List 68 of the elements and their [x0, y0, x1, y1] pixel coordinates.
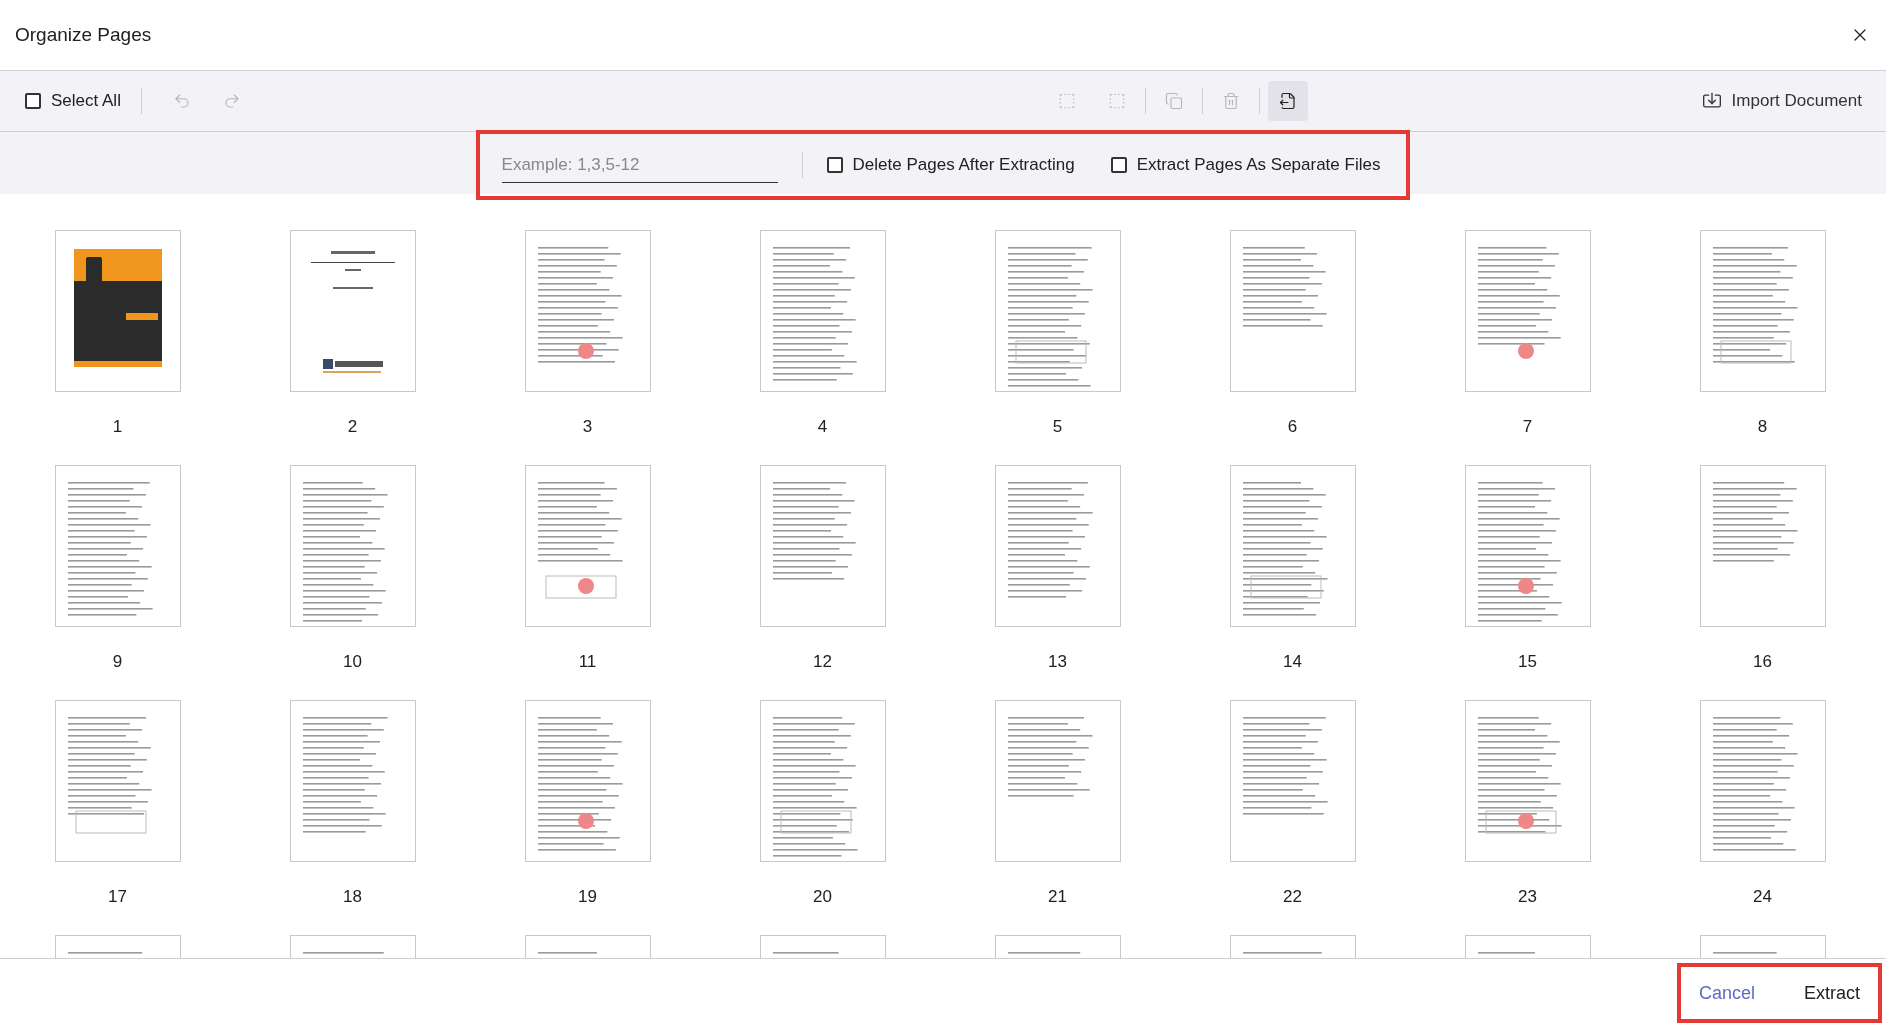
page-thumbnail[interactable]: [759, 700, 886, 862]
page-thumbnail[interactable]: [1464, 230, 1591, 392]
page-thumbnail[interactable]: [759, 230, 886, 392]
page-number: 2: [347, 417, 358, 437]
page-number: 22: [1283, 887, 1302, 907]
page-thumbnail[interactable]: [1699, 230, 1826, 392]
page-number: 24: [1753, 887, 1772, 907]
option-checkbox[interactable]: Delete Pages After Extracting: [826, 152, 1075, 178]
page-number: 20: [813, 887, 832, 907]
dashed-square-icon: [1107, 92, 1126, 110]
page-thumbnail[interactable]: [1699, 700, 1826, 862]
option-checkbox[interactable]: Extract Pages As Separate Files: [1110, 152, 1381, 178]
extract-button[interactable]: Extract: [1804, 979, 1860, 1007]
page-number: 12: [813, 652, 832, 672]
page-thumbnail[interactable]: [1229, 465, 1356, 627]
copy-icon: [1164, 92, 1183, 110]
page-number: 15: [1518, 652, 1537, 672]
undo-icon: [172, 92, 191, 110]
page-number: 1: [112, 417, 123, 437]
page-number: 13: [1048, 652, 1067, 672]
page-thumbnail[interactable]: [1229, 700, 1356, 862]
page-number: 9: [112, 652, 123, 672]
select-all-checkbox[interactable]: Select All: [25, 88, 121, 114]
page-number: 19: [578, 887, 597, 907]
page-thumbnail[interactable]: [1229, 230, 1356, 392]
page-number: 23: [1518, 887, 1537, 907]
page-thumbnail[interactable]: [54, 465, 181, 627]
page-thumbnail[interactable]: [524, 465, 651, 627]
page-number: 3: [582, 417, 593, 437]
extract-button[interactable]: [1267, 81, 1308, 121]
redo-icon: [222, 92, 241, 110]
page-number: 18: [343, 887, 362, 907]
page-thumbnail[interactable]: [524, 700, 651, 862]
page-number: 21: [1048, 887, 1067, 907]
trash-icon: [1221, 92, 1240, 110]
page-thumbnail[interactable]: [54, 230, 181, 392]
page-number: 4: [817, 417, 828, 437]
page-number: 17: [108, 887, 127, 907]
page-number: 10: [343, 652, 362, 672]
page-thumbnail[interactable]: [994, 700, 1121, 862]
checkbox[interactable]: [1110, 157, 1127, 173]
page-range-field[interactable]: Example: 1,3,5-12: [501, 147, 778, 183]
page-number: 11: [578, 652, 597, 672]
page-thumbnail[interactable]: [994, 230, 1121, 392]
checkbox[interactable]: [826, 157, 843, 173]
page-thumbnail[interactable]: [54, 700, 181, 862]
page-thumbnail[interactable]: [1464, 465, 1591, 627]
page-number: 6: [1287, 417, 1298, 437]
dashed-square-icon: [1057, 92, 1076, 110]
import-document-button[interactable]: Import Document: [1701, 88, 1862, 114]
page-number: 7: [1522, 417, 1533, 437]
page-thumbnail[interactable]: [994, 465, 1121, 627]
page-thumbnail[interactable]: [289, 465, 416, 627]
checkbox[interactable]: [25, 93, 41, 109]
page-number: 14: [1283, 652, 1302, 672]
file-export-icon: [1278, 92, 1297, 110]
page-thumbnail[interactable]: [289, 700, 416, 862]
import-icon: [1701, 91, 1722, 111]
page-thumbnail[interactable]: [1699, 465, 1826, 627]
page-number: 8: [1757, 417, 1768, 437]
dialog-title: Organize Pages: [15, 22, 152, 47]
page-number: 5: [1052, 417, 1063, 437]
page-thumbnail[interactable]: [524, 230, 651, 392]
page-thumbnail[interactable]: [289, 230, 416, 392]
page-number: 16: [1753, 652, 1772, 672]
cancel-button[interactable]: Cancel: [1699, 979, 1756, 1007]
page-thumbnail[interactable]: [759, 465, 886, 627]
page-thumbnail[interactable]: [1464, 700, 1591, 862]
